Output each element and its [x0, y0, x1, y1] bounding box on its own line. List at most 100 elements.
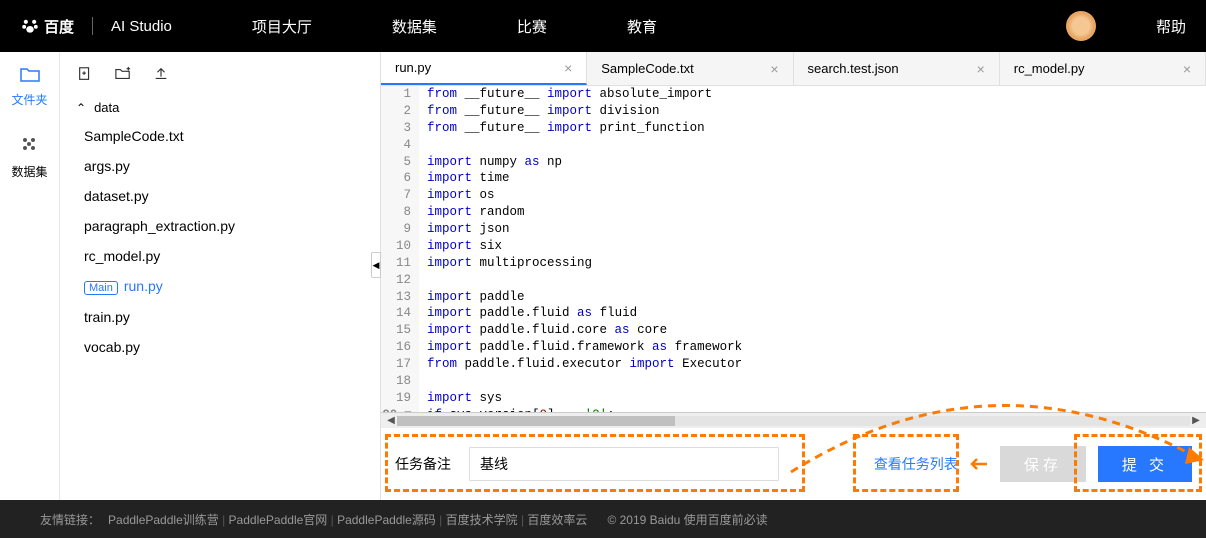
line-number: 4 — [381, 137, 419, 154]
close-icon[interactable]: × — [770, 61, 778, 77]
file-item[interactable]: rc_model.py — [76, 241, 364, 271]
dataset-icon — [0, 136, 59, 159]
folder-label: data — [94, 100, 119, 115]
editor-tab[interactable]: search.test.json × — [794, 52, 1000, 85]
editor-tab[interactable]: rc_model.py× — [1000, 52, 1206, 85]
editor-tab[interactable]: run.py × — [381, 52, 587, 85]
tab-label: SampleCode.txt — [601, 61, 694, 76]
line-number: 6 — [381, 170, 419, 187]
nav-education[interactable]: 教育 — [627, 16, 657, 37]
logo-divider — [92, 17, 93, 35]
code-line: 15import paddle.fluid.core as core — [381, 322, 1206, 339]
code-line: 13import paddle — [381, 289, 1206, 306]
file-item[interactable]: Mainrun.py — [76, 271, 364, 302]
code-content — [419, 272, 427, 289]
code-content: import paddle.fluid as fluid — [419, 305, 637, 322]
footer-link[interactable]: PaddlePaddle训练营 — [108, 513, 219, 527]
logo-area[interactable]: 百度 AI Studio — [20, 16, 172, 37]
code-view[interactable]: 1from __future__ import absolute_import2… — [381, 86, 1206, 412]
save-button[interactable]: 保存 — [1000, 446, 1086, 482]
view-task-list-link[interactable]: 查看任务列表 — [874, 454, 958, 474]
code-line: 16import paddle.fluid.framework as frame… — [381, 339, 1206, 356]
footer-link[interactable]: PaddlePaddle源码 — [337, 513, 436, 527]
footer-sep: | — [219, 513, 229, 527]
remark-input[interactable] — [469, 447, 779, 481]
footer-link[interactable]: 百度效率云 — [527, 513, 587, 527]
file-name: paragraph_extraction.py — [84, 218, 235, 234]
code-content: import numpy as np — [419, 154, 562, 171]
file-item[interactable]: args.py — [76, 151, 364, 181]
file-item[interactable]: paragraph_extraction.py — [76, 211, 364, 241]
tab-label: run.py — [395, 60, 431, 75]
rail-files[interactable]: 文件夹 — [0, 52, 59, 122]
line-number: 12 — [381, 272, 419, 289]
collapse-handle[interactable]: ◀ — [371, 252, 381, 278]
editor-tab[interactable]: SampleCode.txt × — [587, 52, 793, 85]
line-number: 8 — [381, 204, 419, 221]
footer-copyright: © 2019 Baidu 使用百度前必读 — [607, 511, 767, 528]
line-number: 18 — [381, 373, 419, 390]
paw-icon — [20, 16, 40, 36]
code-content: from __future__ import absolute_import — [419, 86, 712, 103]
code-line: 19import sys — [381, 390, 1206, 407]
code-content: from paddle.fluid.executor import Execut… — [419, 356, 742, 373]
footer-sep: | — [518, 513, 528, 527]
file-name: vocab.py — [84, 339, 140, 355]
file-name: args.py — [84, 158, 130, 174]
code-line: 4 — [381, 137, 1206, 154]
tab-bar: run.py×SampleCode.txt×search.test.json×r… — [381, 52, 1206, 86]
line-number: 7 — [381, 187, 419, 204]
code-content: import paddle.fluid.core as core — [419, 322, 667, 339]
baidu-logo-text: 百度 — [44, 16, 74, 37]
ai-studio-text: AI Studio — [111, 18, 172, 35]
line-number: 15 — [381, 322, 419, 339]
upload-icon[interactable] — [152, 66, 170, 82]
close-icon[interactable]: × — [564, 60, 572, 76]
file-item[interactable]: train.py — [76, 302, 364, 332]
main-nav: 项目大厅 数据集 比赛 教育 — [252, 16, 1066, 37]
code-content: import time — [419, 170, 510, 187]
file-name: dataset.py — [84, 188, 149, 204]
remark-label: 任务备注 — [395, 454, 451, 474]
nav-competitions[interactable]: 比赛 — [517, 16, 547, 37]
new-file-icon[interactable] — [76, 66, 94, 82]
avatar[interactable] — [1066, 11, 1096, 41]
close-icon[interactable]: × — [977, 61, 985, 77]
code-content: import six — [419, 238, 502, 255]
line-number: 14 — [381, 305, 419, 322]
footer-link[interactable]: 百度技术学院 — [446, 513, 518, 527]
nav-datasets[interactable]: 数据集 — [392, 16, 437, 37]
code-content: from __future__ import division — [419, 103, 660, 120]
scroll-thumb[interactable] — [397, 416, 675, 426]
file-item[interactable]: dataset.py — [76, 181, 364, 211]
code-line: 7import os — [381, 187, 1206, 204]
line-number: 9 — [381, 221, 419, 238]
scroll-right-icon[interactable]: ▶ — [1190, 415, 1202, 426]
help-link[interactable]: 帮助 — [1156, 16, 1186, 37]
close-icon[interactable]: × — [1183, 61, 1191, 77]
main-tag: Main — [84, 281, 118, 295]
submit-button[interactable]: 提 交 — [1098, 446, 1192, 482]
code-content: import json — [419, 221, 510, 238]
scroll-track[interactable] — [397, 416, 1190, 426]
code-content — [419, 137, 427, 154]
new-folder-icon[interactable] — [114, 66, 132, 82]
line-number: 17 — [381, 356, 419, 373]
footer-link[interactable]: PaddlePaddle官网 — [229, 513, 328, 527]
file-name: SampleCode.txt — [84, 128, 184, 144]
tab-label: search.test.json — [808, 61, 899, 76]
top-bar: 百度 AI Studio 项目大厅 数据集 比赛 教育 帮助 — [0, 0, 1206, 52]
code-line: 17from paddle.fluid.executor import Exec… — [381, 356, 1206, 373]
code-content: import sys — [419, 390, 502, 407]
file-item[interactable]: SampleCode.txt — [76, 121, 364, 151]
code-line: 18 — [381, 373, 1206, 390]
line-number: 10 — [381, 238, 419, 255]
file-name: train.py — [84, 309, 130, 325]
file-item[interactable]: vocab.py — [76, 332, 364, 362]
horizontal-scrollbar[interactable]: ◀ ▶ — [381, 412, 1206, 428]
rail-datasets[interactable]: 数据集 — [0, 122, 59, 194]
left-rail: 文件夹 数据集 — [0, 52, 60, 500]
nav-projects[interactable]: 项目大厅 — [252, 16, 312, 37]
scroll-left-icon[interactable]: ◀ — [385, 415, 397, 426]
folder-data[interactable]: ⌃ data — [76, 94, 364, 121]
